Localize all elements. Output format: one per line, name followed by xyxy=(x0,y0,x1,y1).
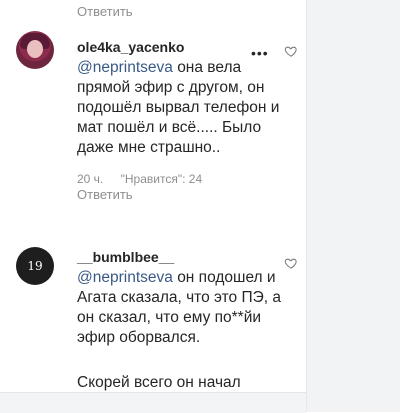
comment-time: 20 ч. xyxy=(77,172,104,186)
avatar-text: 19 xyxy=(27,259,43,273)
mention-link[interactable]: @neprintseva xyxy=(77,269,173,286)
reply-button-top[interactable]: Ответить xyxy=(77,4,133,19)
comment-2: __bumblbee__ @neprintseva он подошел и А… xyxy=(77,248,282,348)
avatar[interactable]: 19 xyxy=(16,247,54,285)
bottom-bar xyxy=(0,392,306,413)
comment-username[interactable]: __bumblbee__ xyxy=(77,248,282,266)
comment-body: @neprintseva он подошел и Агата сказала,… xyxy=(77,268,282,348)
mention-link[interactable]: @neprintseva xyxy=(77,59,173,76)
likes-count[interactable]: "Нравится": 24 xyxy=(121,172,203,186)
comment-text-cut: Скорей всего он начал xyxy=(77,374,241,391)
avatar[interactable] xyxy=(16,31,54,69)
heart-icon[interactable] xyxy=(284,256,298,270)
heart-icon[interactable] xyxy=(284,44,298,58)
comment-meta: 20 ч. "Нравится": 24 xyxy=(77,172,282,186)
reply-button[interactable]: Ответить xyxy=(77,187,282,202)
avatar-face xyxy=(27,40,43,58)
comment-1: ole4ka_yacenko @neprintseva она вела пря… xyxy=(77,38,282,202)
more-options-icon[interactable]: ••• xyxy=(251,45,269,61)
comment-body: @neprintseva она вела прямой эфир с друг… xyxy=(77,58,282,158)
side-panel xyxy=(306,0,400,412)
